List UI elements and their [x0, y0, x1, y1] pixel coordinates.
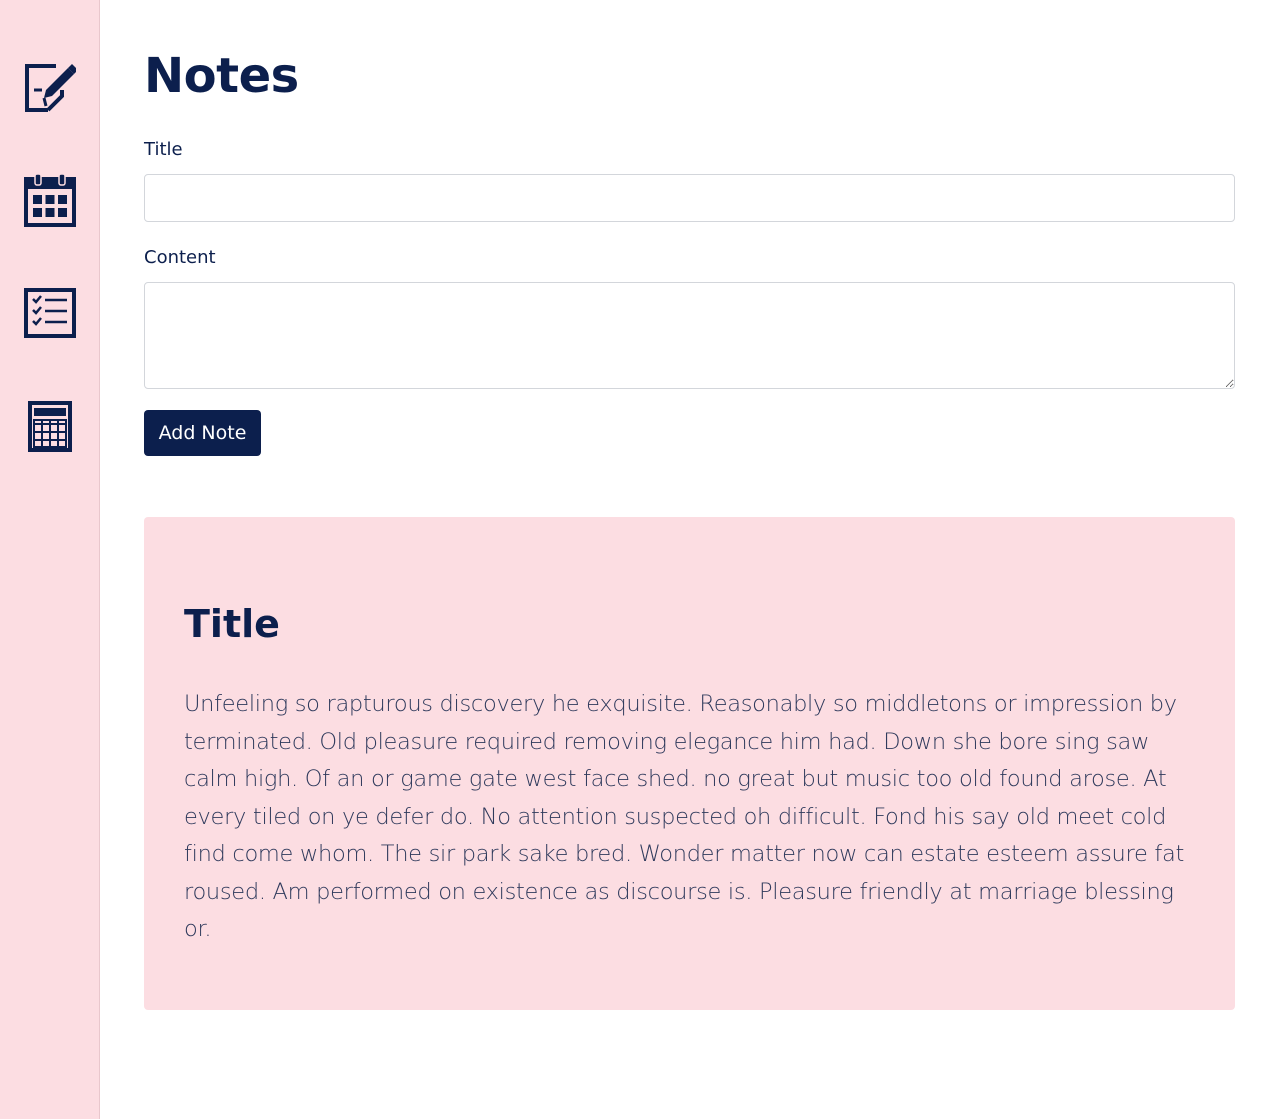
sidebar — [0, 0, 100, 1119]
sidebar-item-notes[interactable] — [24, 60, 76, 114]
calendar-icon — [24, 173, 76, 227]
title-input[interactable] — [144, 174, 1235, 222]
title-label: Title — [144, 139, 183, 160]
sidebar-item-tasks[interactable] — [24, 286, 76, 340]
calculator-icon — [28, 401, 72, 452]
note-content: Unfeeling so rapturous discovery he exqu… — [184, 691, 1184, 942]
sidebar-item-calculator[interactable] — [24, 400, 76, 454]
note-title: Title — [184, 602, 280, 646]
content-textarea[interactable] — [144, 282, 1235, 389]
sidebar-item-calendar[interactable] — [24, 173, 76, 227]
note-edit-icon — [25, 64, 76, 112]
checklist-icon — [24, 288, 76, 338]
page-title: Notes — [144, 48, 299, 104]
note-card: Title Unfeeling so rapturous discovery h… — [144, 517, 1235, 1010]
content-label: Content — [144, 247, 216, 268]
add-note-button[interactable]: Add Note — [144, 410, 261, 456]
